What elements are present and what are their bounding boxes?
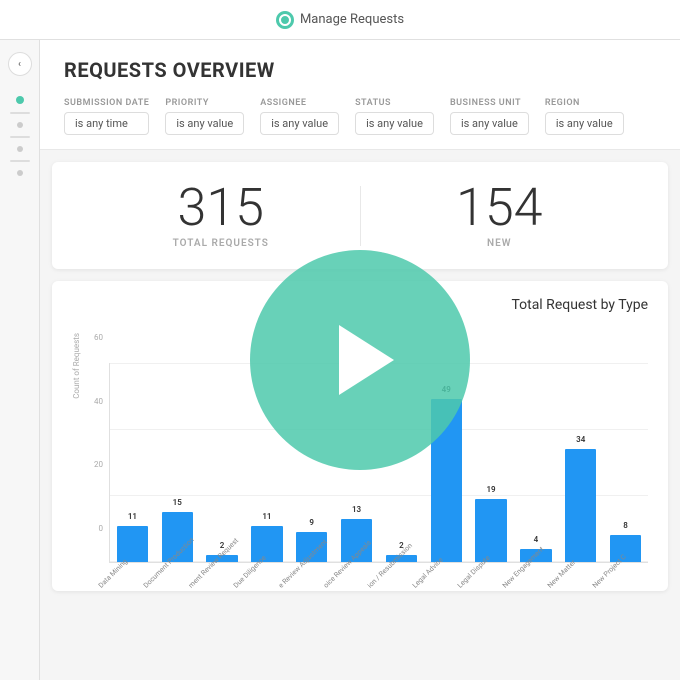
- stat-number-1: 154: [361, 182, 639, 234]
- stat-label-0: TOTAL REQUESTS: [82, 238, 360, 249]
- sidebar-back-button[interactable]: ‹: [8, 52, 32, 76]
- sidebar-nav-dot-4: [17, 170, 23, 176]
- filter-label-1: PRIORITY: [165, 98, 244, 108]
- top-bar-title: Manage Requests: [276, 11, 404, 29]
- bar-value-9: 4: [534, 535, 539, 544]
- filter-group-2: ASSIGNEE is any value: [260, 98, 339, 135]
- filter-select-5[interactable]: is any value: [545, 112, 624, 135]
- filter-select-4[interactable]: is any value: [450, 112, 529, 135]
- play-triangle: [339, 325, 394, 395]
- manage-icon: [276, 11, 294, 29]
- bar-group-9: 4New Engagement: [513, 363, 558, 562]
- y-tick-0: 0: [83, 524, 103, 533]
- top-bar-text: Manage Requests: [300, 12, 404, 27]
- bar-group-2: 2ment Review Request: [200, 363, 245, 562]
- bar-group-0: 11Data Mining: [110, 363, 155, 562]
- sidebar-line-2: [10, 136, 30, 138]
- stat-item-0: 315 TOTAL REQUESTS: [82, 182, 360, 249]
- sidebar: ‹: [0, 40, 40, 680]
- page-header: REQUESTS OVERVIEW SUBMISSION DATE is any …: [40, 40, 680, 150]
- filter-label-0: SUBMISSION DATE: [64, 98, 149, 108]
- filter-group-5: REGION is any value: [545, 98, 624, 135]
- filter-group-4: BUSINESS UNIT is any value: [450, 98, 529, 135]
- sidebar-line-1: [10, 112, 30, 114]
- filter-label-3: STATUS: [355, 98, 434, 108]
- bar-value-3: 11: [262, 512, 271, 521]
- filter-group-0: SUBMISSION DATE is any time: [64, 98, 149, 135]
- play-overlay[interactable]: [250, 250, 470, 470]
- content-area: REQUESTS OVERVIEW SUBMISSION DATE is any …: [40, 40, 680, 680]
- y-tick-20: 20: [83, 460, 103, 469]
- bar-value-1: 15: [173, 498, 182, 507]
- sidebar-line-3: [10, 160, 30, 162]
- filter-select-2[interactable]: is any value: [260, 112, 339, 135]
- stat-number-0: 315: [82, 182, 360, 234]
- y-axis: 60 40 20 0: [83, 333, 103, 533]
- filter-select-3[interactable]: is any value: [355, 112, 434, 135]
- stat-label-1: NEW: [361, 238, 639, 249]
- bar-group-10: 34New Matter: [558, 363, 603, 562]
- bar-value-10: 34: [576, 435, 585, 444]
- sidebar-nav-dot-3: [17, 146, 23, 152]
- filter-label-4: BUSINESS UNIT: [450, 98, 529, 108]
- bar-group-1: 15Document Production: [155, 363, 200, 562]
- bar-group-11: 8New Project C: [603, 363, 648, 562]
- filter-select-1[interactable]: is any value: [165, 112, 244, 135]
- top-bar: Manage Requests: [0, 0, 680, 40]
- filter-label-2: ASSIGNEE: [260, 98, 339, 108]
- filters-row: SUBMISSION DATE is any time PRIORITY is any…: [64, 98, 656, 149]
- bar-value-8: 19: [486, 485, 495, 494]
- filter-group-3: STATUS is any value: [355, 98, 434, 135]
- y-tick-40: 40: [83, 397, 103, 406]
- filter-select-0[interactable]: is any time: [64, 112, 149, 135]
- y-axis-title: Count of Requests: [72, 333, 81, 399]
- page-title: REQUESTS OVERVIEW: [64, 58, 656, 82]
- filter-label-5: REGION: [545, 98, 624, 108]
- bar-value-5: 13: [352, 505, 361, 514]
- bar-group-8: 19Legal Dispute: [469, 363, 514, 562]
- stat-item-1: 154 NEW: [361, 182, 639, 249]
- bar-value-11: 8: [623, 521, 628, 530]
- filter-group-1: PRIORITY is any value: [165, 98, 244, 135]
- y-tick-60: 60: [83, 333, 103, 342]
- sidebar-nav-dot-2: [17, 122, 23, 128]
- bar-value-0: 11: [128, 512, 137, 521]
- sidebar-nav-dot-1: [16, 96, 24, 104]
- bar-value-4: 9: [309, 518, 314, 527]
